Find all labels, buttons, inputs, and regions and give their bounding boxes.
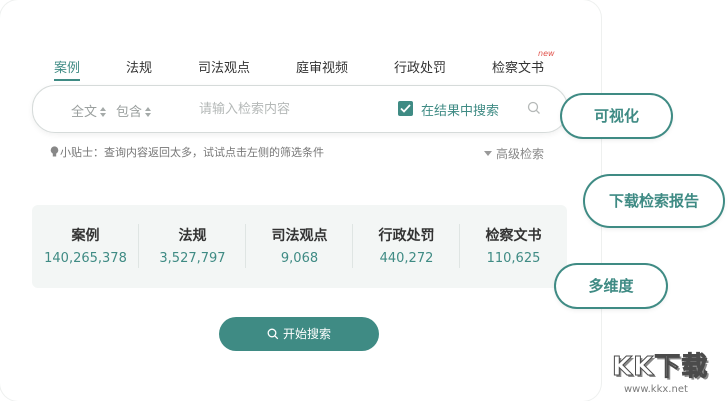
search-in-results-checkbox[interactable] <box>398 101 413 116</box>
watermark-url: www.kkx.net <box>624 384 688 395</box>
sort-arrows-icon <box>145 107 152 117</box>
tab-regulations[interactable]: 法规 <box>126 57 152 76</box>
scope-select[interactable]: 全文 <box>71 101 107 120</box>
tab-trial-videos[interactable]: 庭审视频 <box>296 57 348 76</box>
category-tabs: 案例 法规 司法观点 庭审视频 行政处罚 检察文书 <box>0 57 601 83</box>
match-select-value: 包含 <box>116 105 143 120</box>
stat-value: 9,068 <box>280 251 319 266</box>
advanced-search-label: 高级检索 <box>496 147 545 161</box>
lightbulb-icon <box>50 146 59 157</box>
stat-label: 法规 <box>178 228 207 244</box>
stat-value: 110,625 <box>486 251 541 266</box>
feature-multi-dimension: 多维度 <box>556 265 666 307</box>
feature-visualization: 可视化 <box>562 95 671 137</box>
stat-label: 行政处罚 <box>378 228 435 244</box>
search-tip-text: 小贴士：查询内容返回太多，试试点击左侧的筛选条件 <box>60 146 324 159</box>
stat-label: 案例 <box>71 228 100 244</box>
sort-arrows-icon <box>100 107 107 117</box>
search-card: 案例 法规 司法观点 庭审视频 行政处罚 检察文书 new 全文 包含 在结果中… <box>0 0 601 401</box>
stat-value: 3,527,797 <box>159 251 226 266</box>
tab-cases[interactable]: 案例 <box>54 57 80 76</box>
tab-administrative-penalties[interactable]: 行政处罚 <box>394 57 446 76</box>
active-tab-indicator <box>54 79 80 81</box>
caret-down-icon <box>484 151 492 156</box>
stat-value: 140,265,378 <box>44 251 127 266</box>
stat-cases: 案例 140,265,378 <box>32 205 139 288</box>
advanced-search-link[interactable]: 高级检索 <box>484 145 544 162</box>
statistics-panel: 案例 140,265,378 法规 3,527,797 司法观点 9,068 行… <box>32 205 567 288</box>
start-search-button[interactable]: 开始搜索 <box>219 317 379 351</box>
match-select[interactable]: 包含 <box>116 101 152 120</box>
stat-regulations: 法规 3,527,797 <box>139 205 246 288</box>
search-bar: 全文 包含 在结果中搜索 <box>32 85 568 133</box>
tab-procuratorial-documents[interactable]: 检察文书 <box>492 57 544 76</box>
tab-judicial-views[interactable]: 司法观点 <box>198 57 250 76</box>
watermark: KK下载 www.kkx.net <box>611 346 724 398</box>
search-input[interactable] <box>199 100 389 118</box>
stat-label: 司法观点 <box>271 228 328 244</box>
scope-select-value: 全文 <box>71 105 98 120</box>
stat-procuratorial-documents: 检察文书 110,625 <box>460 205 567 288</box>
feature-download-report: 下载检索报告 <box>585 176 723 226</box>
watermark-logo: KK下载 <box>611 352 709 383</box>
search-in-results-label[interactable]: 在结果中搜索 <box>421 100 499 119</box>
new-badge: new <box>538 49 555 58</box>
start-search-label: 开始搜索 <box>282 327 331 341</box>
stat-value: 440,272 <box>379 251 434 266</box>
stat-administrative-penalties: 行政处罚 440,272 <box>353 205 460 288</box>
search-icon[interactable] <box>527 101 541 115</box>
stat-judicial-views: 司法观点 9,068 <box>246 205 353 288</box>
search-icon <box>267 328 279 340</box>
search-tip: 小贴士：查询内容返回太多，试试点击左侧的筛选条件 <box>50 144 324 160</box>
checkmark-icon <box>400 104 411 113</box>
stat-label: 检察文书 <box>485 228 542 244</box>
